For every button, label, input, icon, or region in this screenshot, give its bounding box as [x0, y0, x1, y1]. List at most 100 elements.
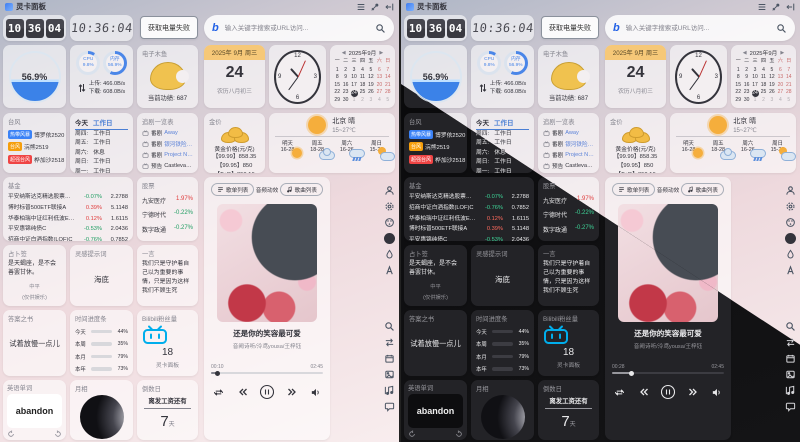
palette-icon[interactable] [784, 216, 796, 228]
hitokoto-card[interactable]: 一言 我们只是守护着自己以为重要的事情，只是因为这样我们不顾生死 [137, 245, 198, 306]
calendar-day[interactable]: 21 [384, 82, 392, 90]
calendar-day[interactable]: 1 [333, 67, 341, 75]
calendar-day[interactable]: 2 [341, 67, 349, 75]
calendar-day[interactable]: 6 [375, 67, 383, 75]
previous-icon[interactable] [637, 386, 649, 398]
sort-transfer-icon[interactable] [383, 336, 395, 348]
stock-row[interactable]: 宁德时代 -0.22% [142, 210, 193, 219]
fund-row[interactable]: 博时标普500ETF联接A 0.39% 5.1148 [409, 224, 529, 235]
stock-row[interactable]: 数字政通 -0.27% [142, 225, 193, 234]
search-bar[interactable]: b [204, 15, 394, 41]
typhoon-row[interactable]: 台风 浣熊2519 [409, 142, 462, 151]
search-bar[interactable]: b [605, 15, 795, 41]
calendar-day[interactable]: 11 [759, 74, 767, 82]
calendar-day[interactable]: 25 [358, 89, 366, 97]
calendar-day[interactable]: 5 [384, 97, 392, 105]
calendar-day[interactable]: 28 [785, 89, 793, 97]
calendar-day[interactable]: 3 [751, 67, 759, 75]
collapse-icon[interactable] [383, 1, 394, 12]
playlist-button[interactable]: 歌单列表 [612, 183, 655, 196]
wooden-fish-card[interactable]: 电子木鱼 当前功绩: 687 [137, 45, 198, 108]
feedback-chat-icon[interactable] [784, 400, 796, 412]
calendar-day[interactable]: 9 [742, 74, 750, 82]
calendar-day[interactable]: 30 [341, 97, 349, 105]
fund-row[interactable]: 博时标普500ETF联接A 0.39% 5.1148 [8, 203, 128, 214]
calendar-day[interactable]: 2 [358, 97, 366, 105]
collapse-icon[interactable] [784, 1, 795, 12]
calendar-day[interactable]: 12 [768, 74, 776, 82]
calendar-day[interactable]: 9 [341, 74, 349, 82]
progress-bar[interactable] [612, 372, 724, 374]
calendar-day[interactable]: 11 [358, 74, 366, 82]
drama-item[interactable]: 番剧 Away [142, 129, 193, 137]
toolbar-music-icon[interactable] [784, 384, 796, 396]
calendar-day[interactable]: 16 [341, 82, 349, 90]
loop-icon[interactable] [213, 387, 224, 398]
water-drop-icon[interactable] [383, 248, 395, 260]
toolbar-search-icon[interactable] [784, 320, 796, 332]
typhoon-row[interactable]: 超强台风 桦加沙2518 [8, 155, 61, 164]
calendar-day[interactable]: 20 [776, 82, 784, 90]
word-prev-icon[interactable] [7, 430, 15, 438]
calendar-day[interactable]: 23 [742, 89, 750, 97]
calendar-day[interactable]: 27 [776, 89, 784, 97]
battery-status-button[interactable]: 获取电量失败 [140, 16, 198, 39]
fund-row[interactable]: 华泰柏瑞中证红利低波ETF联接C 0.12% 1.6115 [8, 214, 128, 225]
fortune-card[interactable]: 占卜签 是天蝎座，是不会善罢甘休。 中平 (仅供娱乐) [404, 245, 467, 306]
typhoon-row[interactable]: 热带风暴 博罗依2520 [409, 130, 462, 139]
next-icon[interactable] [688, 386, 700, 398]
palette-icon[interactable] [383, 216, 395, 228]
calendar-day[interactable]: 3 [367, 97, 375, 105]
calendar-day[interactable]: 1 [751, 97, 759, 105]
calendar-day[interactable]: 17 [751, 82, 759, 90]
theme-toggle[interactable] [784, 232, 796, 244]
previous-icon[interactable] [236, 386, 248, 398]
menu-icon[interactable] [355, 1, 366, 12]
loop-icon[interactable] [614, 387, 625, 398]
search-icon[interactable] [375, 23, 386, 34]
wallpaper-image-icon[interactable] [383, 368, 395, 380]
progress-bar[interactable] [211, 372, 323, 374]
calendar-day[interactable]: 20 [375, 82, 383, 90]
word-next-icon[interactable] [54, 430, 62, 438]
drama-item[interactable]: 番剧 Project Nin… [142, 151, 193, 159]
pin-icon[interactable] [770, 1, 781, 12]
calendar-day[interactable]: 24 [351, 90, 358, 97]
calendar-next-icon[interactable]: ▶ [780, 50, 784, 56]
drama-item[interactable]: 番剧 银河铁险纪3… [142, 140, 193, 148]
calendar-day[interactable]: 26 [367, 89, 375, 97]
calendar-day[interactable]: 13 [776, 74, 784, 82]
wooden-fish-icon[interactable] [551, 62, 587, 90]
fortune-card[interactable]: 占卜签 是天蝎座，是不会善罢甘休。 中平 (仅供娱乐) [3, 245, 66, 306]
playlist-button[interactable]: 歌单列表 [211, 183, 254, 196]
calendar-day[interactable]: 29 [734, 97, 742, 105]
avatar-icon[interactable] [784, 184, 796, 196]
stock-row[interactable]: 数字政通 -0.27% [543, 225, 594, 234]
calendar-day[interactable]: 22 [333, 89, 341, 97]
calendar-day[interactable]: 14 [785, 74, 793, 82]
calendar-day[interactable]: 6 [776, 67, 784, 75]
calendar-plugin-icon[interactable] [383, 352, 395, 364]
typhoon-row[interactable]: 热带风暴 博罗依2520 [8, 130, 61, 139]
calendar-day[interactable]: 30 [742, 97, 750, 105]
calendar-day[interactable]: 15 [333, 82, 341, 90]
play-pause-button[interactable] [660, 384, 676, 400]
calendar-day[interactable]: 14 [384, 74, 392, 82]
fund-row[interactable]: 华泰柏瑞中证红利低波ETF联接C 0.12% 1.6115 [409, 214, 529, 225]
calendar-day[interactable]: 22 [734, 89, 742, 97]
settings-gear-icon[interactable] [383, 200, 395, 212]
book-of-answers-card[interactable]: 答案之书 试着放慢一点儿 [404, 310, 467, 376]
audio-fx-label[interactable]: 音频动效 [657, 186, 679, 194]
font-icon[interactable] [784, 264, 796, 276]
calendar-day[interactable]: 5 [367, 67, 375, 75]
fund-row[interactable]: 招商中证白酒指数(LOF)C -0.76% 0.7852 [409, 203, 529, 214]
feedback-chat-icon[interactable] [383, 400, 395, 412]
calendar-day[interactable]: 1 [350, 97, 358, 105]
calendar-prev-icon[interactable]: ◀ [743, 50, 747, 56]
calendar-day[interactable]: 28 [384, 89, 392, 97]
wooden-fish-icon[interactable] [150, 62, 186, 90]
calendar-day[interactable]: 4 [759, 67, 767, 75]
calendar-day[interactable]: 1 [734, 67, 742, 75]
word-prev-icon[interactable] [408, 430, 416, 438]
next-icon[interactable] [287, 386, 299, 398]
